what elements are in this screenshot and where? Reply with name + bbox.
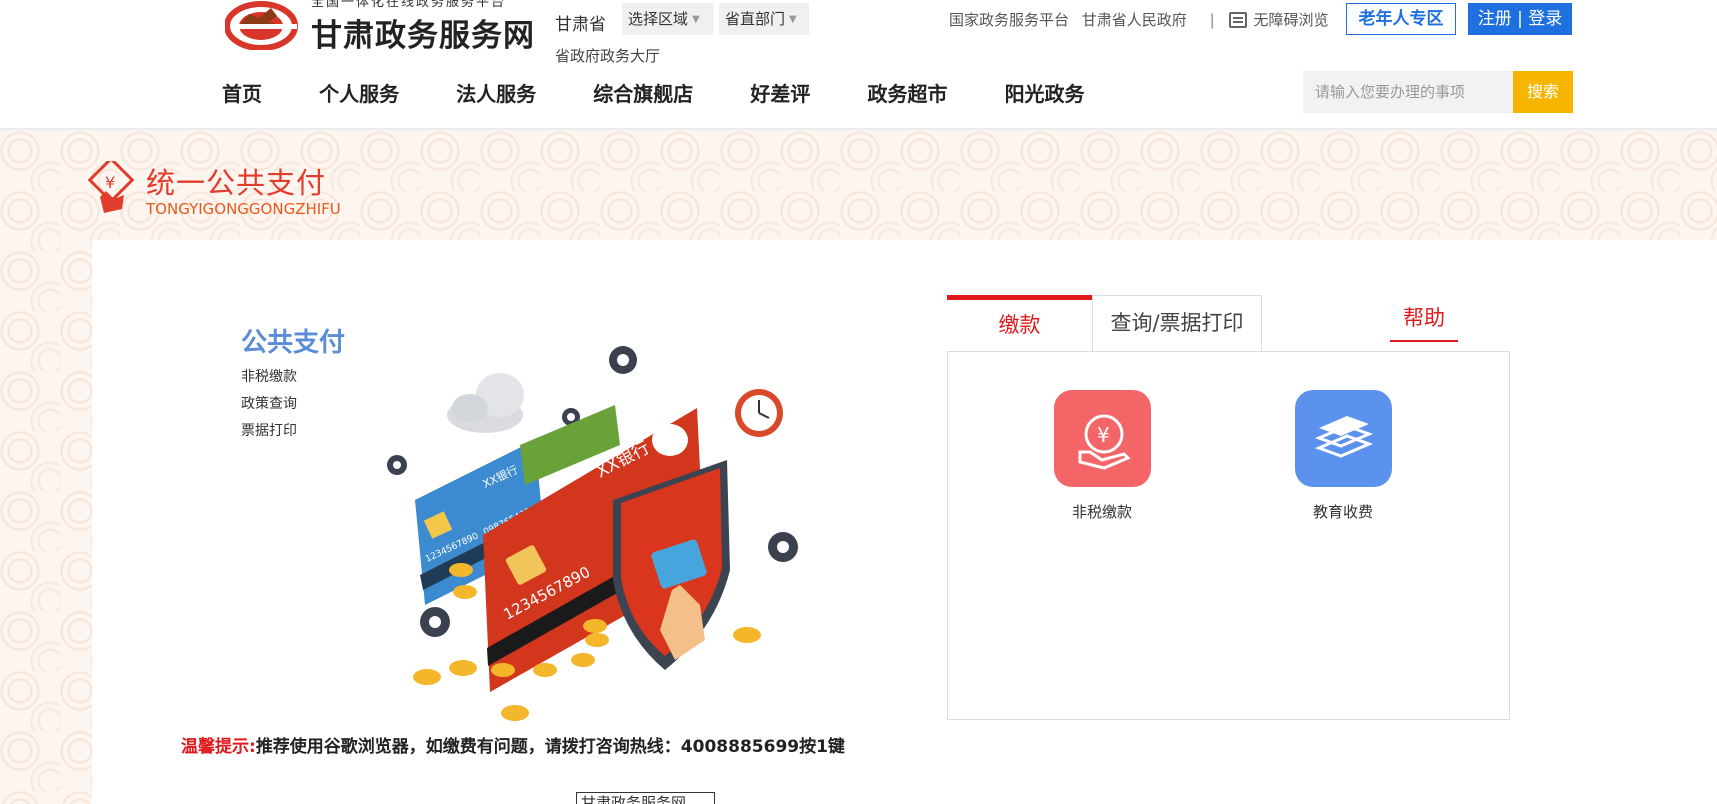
horse-emblem-icon bbox=[225, 1, 298, 50]
top-links: 国家政务服务平台 甘肃省人民政府 | 无障碍浏览 bbox=[949, 9, 1344, 30]
accessible-link[interactable]: 无障碍浏览 bbox=[1229, 11, 1336, 29]
nav-item-corporate[interactable]: 法人服务 bbox=[456, 78, 536, 107]
services-panel bbox=[947, 351, 1510, 720]
list-item-policy[interactable]: 政策查询 bbox=[241, 391, 297, 418]
logo-title: 甘肃政务服务网 bbox=[311, 18, 535, 54]
search-input[interactable] bbox=[1303, 71, 1513, 113]
tab-payment[interactable]: 缴款 bbox=[947, 295, 1092, 351]
region-select-value: 选择区域 bbox=[628, 10, 689, 28]
books-icon bbox=[1294, 390, 1392, 487]
link-separator: | bbox=[1209, 11, 1215, 29]
list-item-receipt[interactable]: 票据打印 bbox=[241, 418, 297, 445]
tip-label: 温馨提示: bbox=[181, 737, 256, 757]
footer-site-box[interactable]: 甘肃政务服务网 bbox=[576, 792, 715, 804]
nav-item-flagship[interactable]: 综合旗舰店 bbox=[593, 78, 693, 107]
site-logo[interactable]: 全国一体化在线政务服务平台 甘肃政务服务网 bbox=[225, 0, 535, 54]
caret-down-icon: ▼ bbox=[692, 13, 700, 25]
service-nontax[interactable]: ¥ 非税缴款 bbox=[1042, 390, 1162, 522]
national-platform-link[interactable]: 国家政务服务平台 bbox=[949, 11, 1069, 29]
list-item-nontax[interactable]: 非税缴款 bbox=[241, 364, 297, 391]
register-login-button[interactable]: 注册 | 登录 bbox=[1468, 3, 1572, 35]
clock-icon bbox=[735, 389, 783, 437]
payment-illustration: XX银行 1234567890 0987654321 XX银行 12345678… bbox=[387, 346, 798, 721]
public-payment-list: 非税缴款 政策查询 票据打印 bbox=[241, 364, 297, 445]
search-button[interactable]: 搜索 bbox=[1513, 71, 1573, 113]
hall-link[interactable]: 省政府政务大厅 bbox=[555, 45, 660, 66]
svg-text:¥: ¥ bbox=[105, 173, 115, 192]
yen-hand-icon: ¥ bbox=[1053, 390, 1151, 487]
tip-text: 温馨提示:推荐使用谷歌浏览器，如缴费有问题，请拨打咨询热线：4008885699… bbox=[181, 732, 845, 757]
tip-message: 推荐使用谷歌浏览器，如缴费有问题，请拨打咨询热线：4008885699按1键 bbox=[255, 737, 845, 757]
service-education-label: 教育收费 bbox=[1312, 503, 1373, 521]
main-nav: 首页 个人服务 法人服务 综合旗舰店 好差评 政务超市 阳光政务 bbox=[222, 78, 1137, 108]
service-education[interactable]: 教育收费 bbox=[1283, 390, 1403, 522]
cloud-icon bbox=[447, 373, 524, 433]
nav-item-personal[interactable]: 个人服务 bbox=[319, 78, 399, 107]
caret-down-icon: ▼ bbox=[789, 13, 797, 25]
nav-item-home[interactable]: 首页 bbox=[222, 78, 262, 107]
service-nontax-label: 非税缴款 bbox=[1071, 503, 1132, 521]
logo-subtitle: 全国一体化在线政务服务平台 bbox=[311, 0, 507, 10]
province-gov-link[interactable]: 甘肃省人民政府 bbox=[1082, 11, 1187, 29]
svg-text:¥: ¥ bbox=[1097, 423, 1110, 447]
region-select[interactable]: 选择区域 ▼ bbox=[622, 3, 714, 35]
tab-query-print[interactable]: 查询/票据打印 bbox=[1092, 295, 1262, 352]
payment-hand-icon: ¥ bbox=[88, 161, 135, 213]
section-subtitle: TONGYIGONGGONGZHIFU bbox=[146, 200, 341, 218]
elder-zone-button[interactable]: 老年人专区 bbox=[1346, 3, 1456, 35]
site-header: 全国一体化在线政务服务平台 甘肃政务服务网 甘肃省 选择区域 ▼ 省直部门 ▼ 省政… bbox=[0, 0, 1717, 131]
dept-select[interactable]: 省直部门 ▼ bbox=[719, 3, 809, 35]
accessible-label: 无障碍浏览 bbox=[1253, 11, 1329, 29]
help-link[interactable]: 帮助 bbox=[1390, 302, 1458, 342]
accessibility-icon bbox=[1229, 12, 1248, 28]
nav-item-sunshine[interactable]: 阳光政务 bbox=[1005, 78, 1085, 107]
nav-item-supermarket[interactable]: 政务超市 bbox=[867, 78, 947, 107]
dept-select-value: 省直部门 bbox=[725, 10, 786, 28]
region-label: 甘肃省 bbox=[555, 15, 606, 35]
public-payment-title: 公共支付 bbox=[241, 328, 346, 358]
nav-item-rating[interactable]: 好差评 bbox=[750, 78, 810, 107]
section-title: 统一公共支付 bbox=[146, 166, 327, 200]
